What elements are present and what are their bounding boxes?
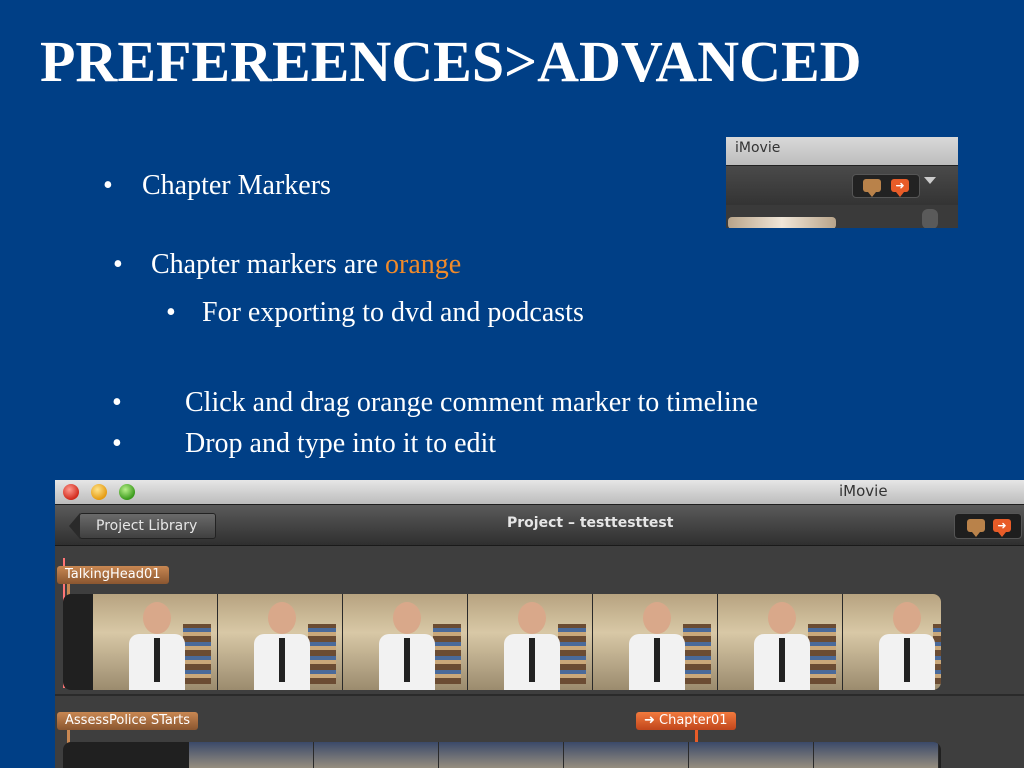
video-frame — [189, 742, 314, 768]
video-frame — [564, 742, 689, 768]
bullet-text: Chapter markers are — [151, 249, 385, 280]
comment-marker-icon[interactable] — [967, 519, 985, 537]
chapter-marker-label[interactable]: ➜ Chapter01 — [636, 712, 736, 730]
bullet-text: Chapter Markers — [142, 170, 331, 201]
mini-strip — [726, 205, 958, 228]
mini-thumbnail — [728, 217, 836, 228]
bullet-text: For exporting to dvd and podcasts — [202, 297, 584, 328]
dropdown-arrow-icon[interactable] — [924, 177, 936, 184]
video-frame — [93, 594, 218, 690]
chapter-marker-icon[interactable]: ➜ — [891, 179, 909, 197]
clip-marker-assesspolice[interactable]: AssessPolice STarts — [57, 712, 199, 730]
project-toolbar: Project Library Project – testtesttest ➜ — [55, 504, 1024, 546]
mini-scrollbar[interactable] — [922, 209, 938, 228]
marker-button-group[interactable]: ➜ — [954, 513, 1022, 539]
bullet-chapter-markers: • Chapter Markers — [103, 170, 331, 202]
video-frame — [439, 742, 564, 768]
imovie-window: iMovie Project Library Project – testtes… — [55, 480, 1024, 768]
mini-window-title: iMovie — [726, 137, 958, 165]
orange-word: orange — [385, 249, 462, 280]
video-frame — [343, 594, 468, 690]
mini-toolbar: ➜ — [726, 165, 958, 206]
timeline-divider — [55, 694, 1024, 696]
bullet-drop-type: • Drop and type into it to edit — [112, 428, 496, 460]
bullet-dot: • — [113, 249, 123, 280]
sub-bullet-export: • For exporting to dvd and podcasts — [166, 297, 584, 329]
project-title: Project – testtesttest — [507, 515, 674, 531]
zoom-button[interactable] — [119, 484, 135, 500]
video-frame — [814, 742, 939, 768]
bullet-dot: • — [103, 170, 113, 201]
bullet-click-drag: • Click and drag orange comment marker t… — [112, 387, 758, 419]
comment-marker-icon[interactable] — [863, 179, 881, 197]
close-button[interactable] — [63, 484, 79, 500]
app-title: iMovie — [839, 482, 888, 500]
video-frame — [314, 742, 439, 768]
bullet-dot: • — [112, 387, 122, 418]
clip-filmstrip-talkinghead[interactable] — [63, 594, 941, 690]
mini-imovie-screenshot: iMovie ➜ — [726, 137, 958, 228]
bullet-orange: • Chapter markers are orange — [113, 249, 461, 281]
marker-button-group[interactable]: ➜ — [852, 174, 920, 198]
bullet-text: Drop and type into it to edit — [185, 428, 497, 459]
bullet-dot: • — [112, 428, 122, 459]
video-frame — [468, 594, 593, 690]
video-frame — [689, 742, 814, 768]
bullet-text: Click and drag orange comment marker to … — [185, 387, 759, 418]
video-frame — [218, 594, 343, 690]
video-frame — [718, 594, 843, 690]
bullet-dot: • — [166, 297, 176, 328]
video-frame — [593, 594, 718, 690]
chapter-marker-icon[interactable]: ➜ — [993, 519, 1011, 537]
project-library-button[interactable]: Project Library — [68, 513, 217, 539]
clip-filmstrip-assesspolice[interactable] — [63, 742, 941, 768]
slide-title: PREFEREENCES>ADVANCED — [40, 29, 862, 94]
window-titlebar: iMovie — [55, 480, 1024, 504]
minimize-button[interactable] — [91, 484, 107, 500]
clip-marker-talkinghead[interactable]: TalkingHead01 — [57, 566, 169, 584]
video-frame — [843, 594, 941, 690]
